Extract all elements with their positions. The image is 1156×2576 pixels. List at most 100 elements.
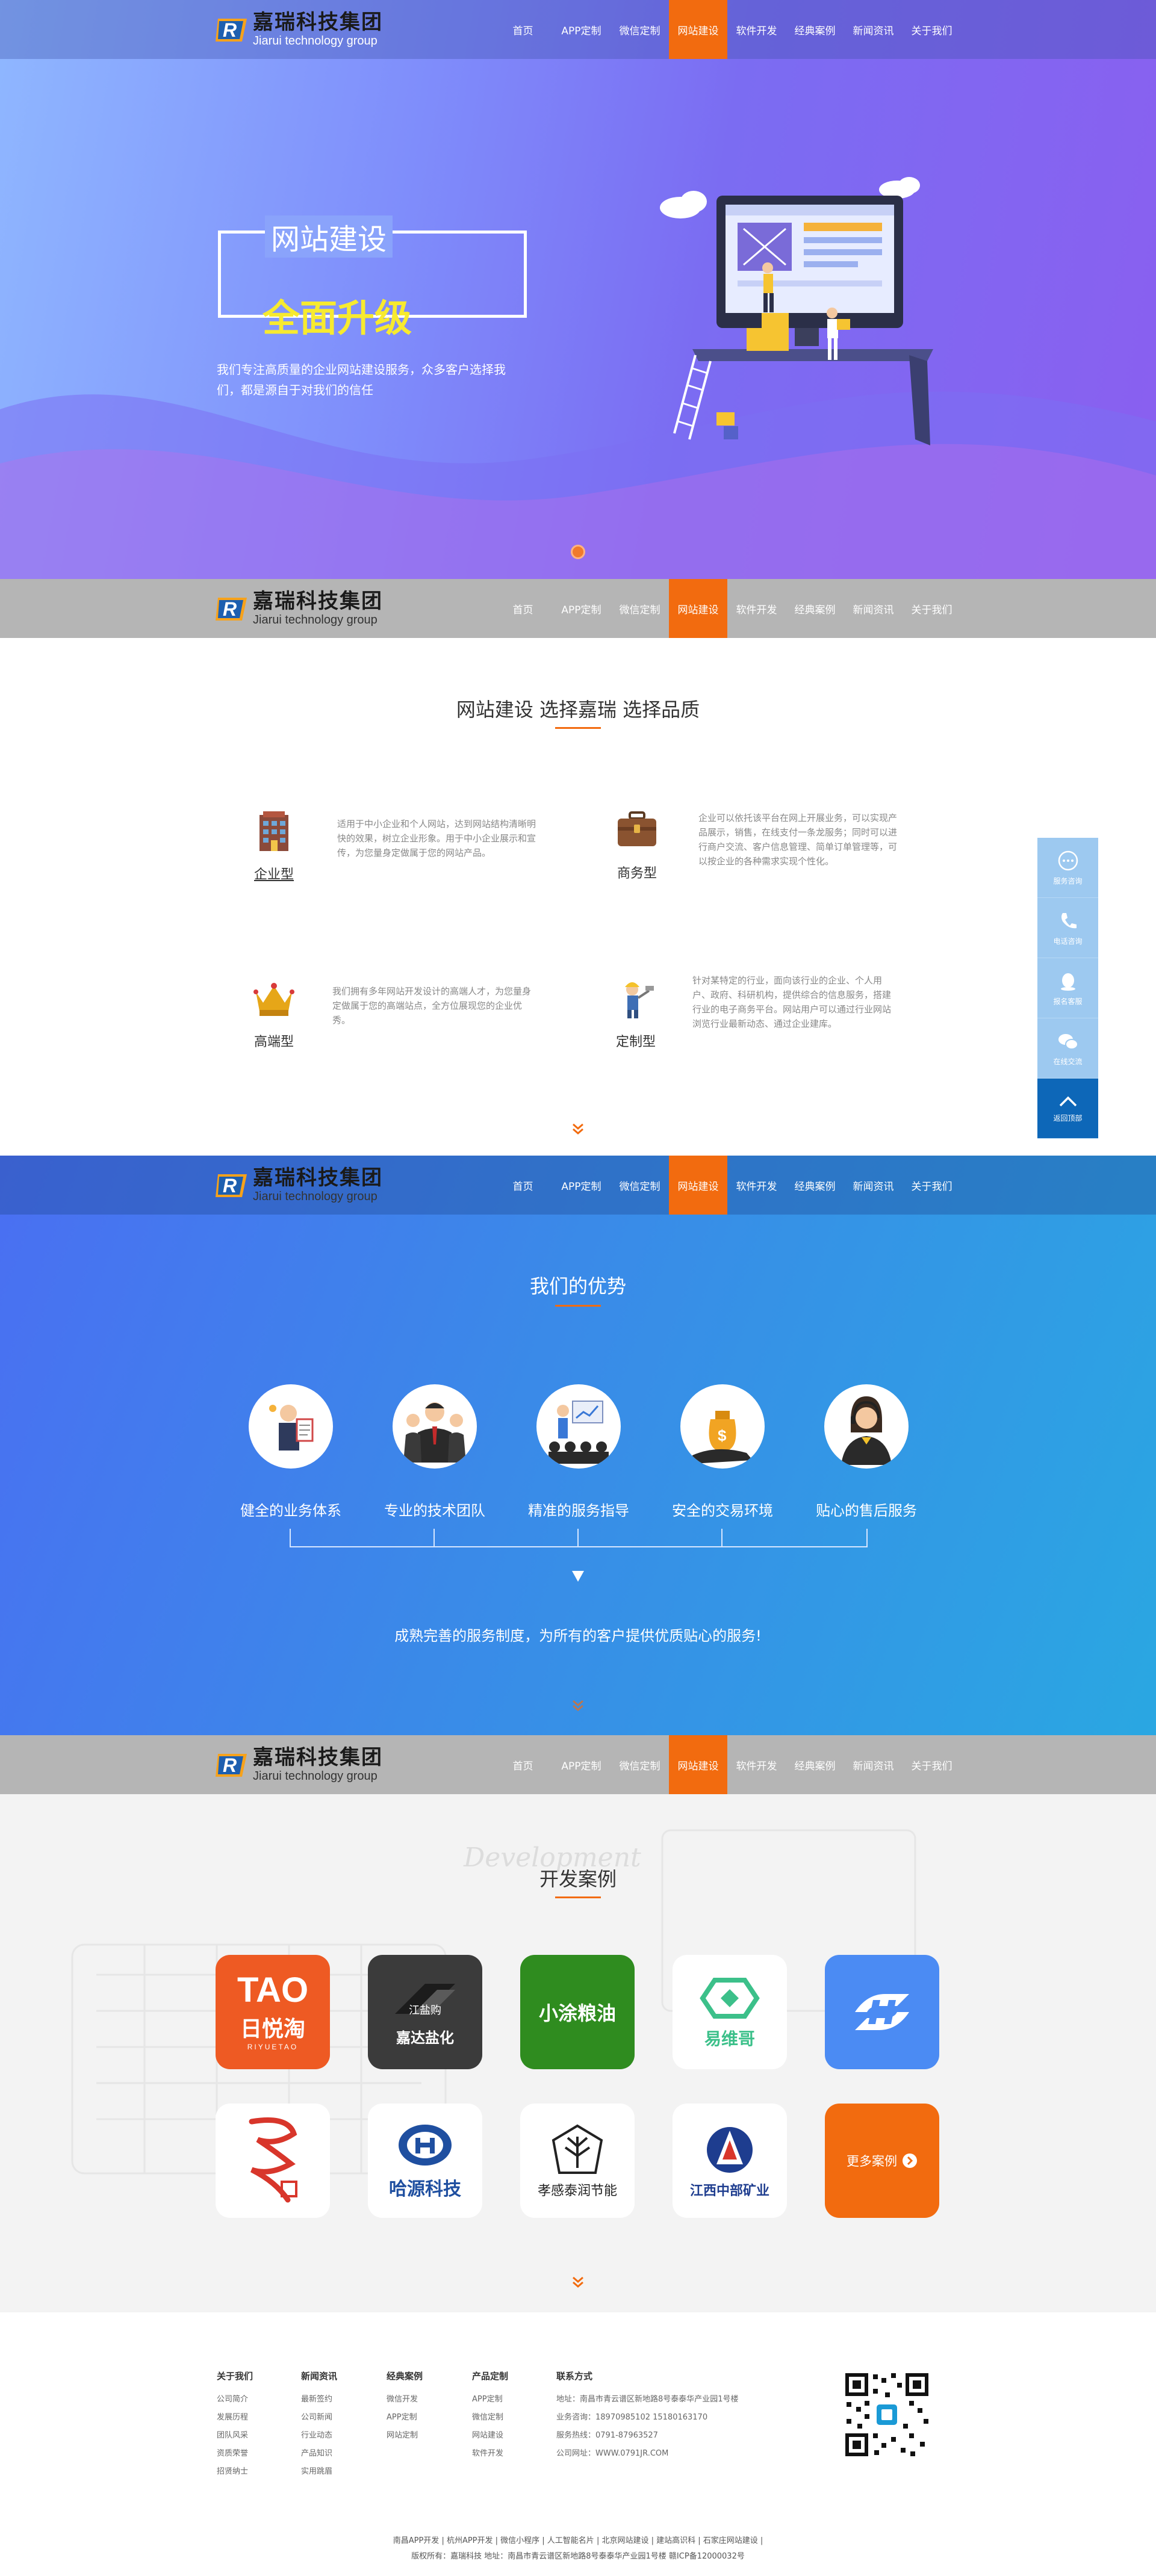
chevron-down-icon[interactable]	[570, 1121, 586, 1138]
brand-logo[interactable]: R 嘉瑞科技集团 Jiarui technology group	[216, 1744, 383, 1786]
footer-link[interactable]: 网站定制	[387, 2427, 423, 2445]
footer-link[interactable]: 产品知识	[301, 2445, 337, 2463]
hero-illustration	[660, 177, 933, 445]
footer-link[interactable]: 公司简介	[217, 2391, 253, 2409]
nav-cases[interactable]: 经典案例	[786, 579, 844, 638]
side-wechat-label: 在线交流	[1053, 1057, 1083, 1066]
footer-link[interactable]: 实用跳眉	[301, 2463, 337, 2481]
case-jiada[interactable]: 江盐购 嘉达盐化	[368, 1955, 482, 2069]
nav-about[interactable]: 关于我们	[903, 0, 961, 59]
nav-news[interactable]: 新闻资讯	[844, 1735, 903, 1794]
service-desc: 我们拥有多年网站开发设计的高端人才，为您量身定做属于您的高端站点，全方位展现您的…	[332, 986, 532, 1026]
footer-links[interactable]: 南昌APP开发 | 杭州APP开发 | 微信小程序 | 人工智能名片 | 北京网…	[0, 2533, 1156, 2550]
nav-about[interactable]: 关于我们	[903, 1735, 961, 1794]
nav-news[interactable]: 新闻资讯	[844, 579, 903, 638]
nav-news[interactable]: 新闻资讯	[844, 0, 903, 59]
service-item-premium[interactable]: 高端型	[250, 974, 298, 1050]
case-xiaogan[interactable]: 孝感泰润节能	[520, 2104, 635, 2218]
side-consult-label: 服务咨询	[1053, 877, 1083, 885]
main-menu: 首页 APP定制 微信定制 网站建设 软件开发 经典案例 新闻资讯 关于我们	[494, 0, 961, 59]
qq-icon	[1060, 973, 1075, 991]
nav-software[interactable]: 软件开发	[727, 0, 786, 59]
side-qq[interactable]: 报名客服	[1037, 958, 1098, 1018]
arrow-right-circle-icon	[903, 2153, 917, 2168]
footer-link[interactable]: 资质荣誉	[217, 2445, 253, 2463]
chevron-down-icon[interactable]	[570, 1697, 586, 1714]
footer-link[interactable]: 网站建设	[472, 2427, 508, 2445]
hero-subtitle: 全面升级	[263, 296, 412, 340]
case-yiweige[interactable]: 易维哥	[673, 1955, 787, 2069]
footer-link[interactable]: APP定制	[472, 2391, 508, 2409]
footer-col-title: 经典案例	[387, 2371, 423, 2382]
case-jiangxi-mining[interactable]: 江西中部矿业	[673, 2104, 787, 2218]
footer-col-about: 关于我们 公司简介 发展历程 团队风采 资质荣誉 招贤纳士	[217, 2370, 253, 2481]
haoyuan-logo-icon	[399, 2125, 452, 2166]
side-wechat[interactable]: 在线交流	[1037, 1018, 1098, 1079]
nav-home[interactable]: 首页	[494, 579, 552, 638]
footer-link[interactable]: 软件开发	[472, 2445, 508, 2463]
back-to-top-button[interactable]: 返回顶部	[1037, 1079, 1098, 1139]
service-desc: 适用于中小企业和个人网站，达到网站结构清晰明快的效果，树立企业形象。用于中小企业…	[337, 819, 536, 858]
svg-text:R: R	[223, 598, 237, 620]
advantages-tagline: 成熟完善的服务制度，为所有的客户提供优质贴心的服务!	[394, 1627, 762, 1644]
footer-link[interactable]: 招贤纳士	[217, 2463, 253, 2481]
nav-app[interactable]: APP定制	[552, 1735, 611, 1794]
brand-logo[interactable]: R 嘉瑞科技集团 Jiarui technology group	[216, 8, 383, 51]
main-menu: 首页 APP定制 微信定制 网站建设 软件开发 经典案例 新闻资讯 关于我们	[494, 579, 961, 638]
side-float-bar: 服务咨询 电话咨询 报名客服 在线交流 返回顶部	[1037, 838, 1098, 1139]
service-item-business[interactable]: 商务型	[613, 805, 661, 882]
worker-icon	[625, 982, 654, 1018]
chevron-down-icon[interactable]	[570, 2274, 586, 2291]
footer-link[interactable]: 公司新闻	[301, 2409, 337, 2427]
carousel-dot[interactable]	[571, 545, 585, 559]
nav-wechat[interactable]: 微信定制	[611, 1735, 669, 1794]
advantages-connector	[290, 1529, 868, 1582]
footer-link[interactable]: 最新签约	[301, 2391, 337, 2409]
nav-software[interactable]: 软件开发	[727, 1735, 786, 1794]
logo-r-icon: R	[216, 598, 247, 621]
nav-app[interactable]: APP定制	[552, 579, 611, 638]
nav-website[interactable]: 网站建设	[669, 1735, 727, 1794]
footer-link[interactable]: 团队风采	[217, 2427, 253, 2445]
case-name: 日悦淘	[240, 2017, 305, 2042]
brand-logo[interactable]: R 嘉瑞科技集团 Jiarui technology group	[216, 587, 383, 630]
nav-website[interactable]: 网站建设	[669, 579, 727, 638]
case-yimuhao[interactable]	[216, 2104, 330, 2218]
footer-link[interactable]: 微信开发	[387, 2391, 423, 2409]
title-underline	[555, 1896, 601, 1898]
hero-title: 网站建设	[265, 215, 393, 258]
footer-link[interactable]: 行业动态	[301, 2427, 337, 2445]
case-riyuetao[interactable]: TAO 日悦淘 RIYUETAO	[216, 1955, 330, 2069]
service-desc: 针对某特定的行业，面向该行业的企业、个人用户、政府、科研机构，提供综合的信息服务…	[692, 976, 892, 1029]
side-consult[interactable]: 服务咨询	[1037, 838, 1098, 898]
service-name: 高端型	[253, 1035, 294, 1050]
services-section: R 嘉瑞科技集团 Jiarui technology group 首页 APP定…	[0, 579, 1156, 1156]
nav-wechat[interactable]: 微信定制	[611, 579, 669, 638]
case-name: 小涂粮油	[538, 2002, 616, 2025]
case-blue-h[interactable]	[825, 1955, 939, 2069]
nav-about[interactable]: 关于我们	[903, 579, 961, 638]
contact-website[interactable]: 公司网址：WWW.0791JR.COM	[556, 2445, 739, 2463]
service-item-custom[interactable]: 定制型	[612, 974, 660, 1050]
nav-app[interactable]: APP定制	[552, 0, 611, 59]
service-item-enterprise[interactable]: 企业型	[250, 807, 298, 883]
footer-link[interactable]: 微信定制	[472, 2409, 508, 2427]
phone-icon	[1061, 913, 1077, 929]
nav-home[interactable]: 首页	[494, 1735, 552, 1794]
chevron-up-icon	[1059, 1096, 1077, 1107]
nav-cases[interactable]: 经典案例	[786, 0, 844, 59]
nav-software[interactable]: 软件开发	[727, 579, 786, 638]
nav-home[interactable]: 首页	[494, 0, 552, 59]
contact-address: 地址：南昌市青云谱区新地路8号泰泰华产业园1号楼	[556, 2395, 739, 2404]
nav-website[interactable]: 网站建设	[669, 0, 727, 59]
nav-cases[interactable]: 经典案例	[786, 1735, 844, 1794]
footer-link[interactable]: 发展历程	[217, 2409, 253, 2427]
case-xiaotu[interactable]: 小涂粮油	[520, 1955, 635, 2069]
side-phone[interactable]: 电话咨询	[1037, 898, 1098, 958]
cases-navbar: R 嘉瑞科技集团 Jiarui technology group 首页 APP定…	[0, 1735, 1156, 1794]
footer-link[interactable]: APP定制	[387, 2409, 423, 2427]
case-haoyuan[interactable]: 哈源科技	[368, 2104, 482, 2218]
more-cases-button[interactable]: 更多案例	[825, 2104, 939, 2218]
nav-wechat[interactable]: 微信定制	[611, 0, 669, 59]
hero-navbar: R 嘉瑞科技集团 Jiarui technology group 首页 APP定…	[0, 0, 1156, 59]
